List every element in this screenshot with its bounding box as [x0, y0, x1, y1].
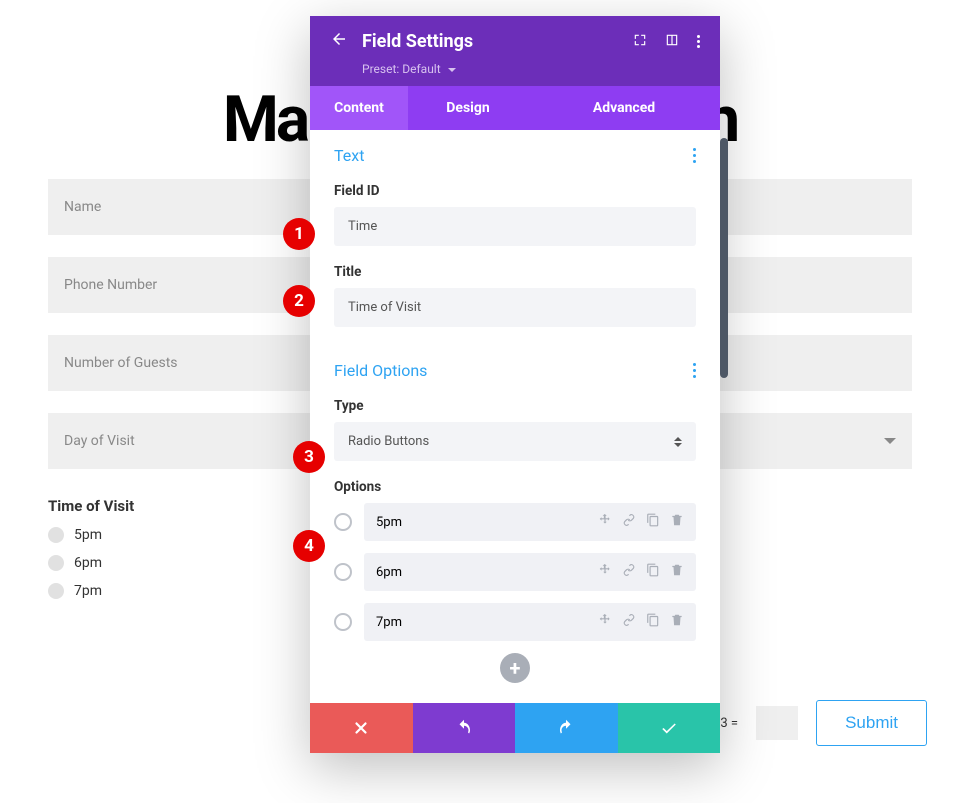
- title-label: Title: [334, 264, 696, 280]
- save-button[interactable]: [618, 703, 721, 753]
- option-row: 6pm: [334, 553, 696, 591]
- section-menu-icon[interactable]: [693, 148, 696, 163]
- preset-dropdown[interactable]: Preset: Default: [362, 62, 700, 76]
- chevron-down-icon: [884, 438, 896, 444]
- option-value: 5pm: [376, 515, 402, 530]
- link-icon[interactable]: [622, 513, 636, 531]
- radio-icon[interactable]: [334, 513, 352, 531]
- add-option-button[interactable]: +: [500, 653, 530, 683]
- preset-label: Preset: Default: [362, 62, 441, 76]
- trash-icon[interactable]: [670, 513, 684, 531]
- redo-button[interactable]: [515, 703, 618, 753]
- move-icon[interactable]: [598, 513, 612, 531]
- visit-option-label: 5pm: [74, 527, 102, 543]
- move-icon[interactable]: [598, 613, 612, 631]
- option-input[interactable]: 5pm: [364, 503, 696, 541]
- kebab-menu-icon[interactable]: [697, 35, 700, 48]
- link-icon[interactable]: [622, 563, 636, 581]
- duplicate-icon[interactable]: [646, 513, 660, 531]
- visit-option-label: 7pm: [74, 583, 102, 599]
- title-input[interactable]: Time of Visit: [334, 288, 696, 327]
- expand-icon[interactable]: [633, 32, 647, 51]
- option-row: 7pm: [334, 603, 696, 641]
- modal-title: Field Settings: [362, 31, 473, 52]
- callout-badge-1: 1: [283, 218, 315, 250]
- day-select-label: Day of Visit: [64, 433, 135, 449]
- trash-icon[interactable]: [670, 613, 684, 631]
- callout-badge-2: 2: [283, 285, 315, 317]
- duplicate-icon[interactable]: [646, 563, 660, 581]
- submit-button[interactable]: Submit: [816, 700, 927, 746]
- field-settings-modal: Field Settings Preset: Default Content D…: [310, 16, 720, 753]
- dock-icon[interactable]: [665, 32, 679, 51]
- chevron-down-icon: [448, 68, 456, 72]
- trash-icon[interactable]: [670, 563, 684, 581]
- undo-button[interactable]: [413, 703, 516, 753]
- duplicate-icon[interactable]: [646, 613, 660, 631]
- callout-badge-3: 3: [293, 441, 325, 473]
- radio-icon[interactable]: [334, 563, 352, 581]
- callout-badge-4: 4: [293, 530, 325, 562]
- option-value: 6pm: [376, 565, 402, 580]
- tab-design[interactable]: Design: [408, 86, 528, 130]
- type-label: Type: [334, 398, 696, 414]
- options-label: Options: [334, 479, 696, 495]
- option-input[interactable]: 7pm: [364, 603, 696, 641]
- type-select[interactable]: Radio Buttons: [334, 422, 696, 461]
- field-id-input[interactable]: Time: [334, 207, 696, 246]
- scrollbar[interactable]: [720, 138, 728, 378]
- select-arrows-icon: [674, 437, 682, 447]
- tab-advanced[interactable]: Advanced: [528, 86, 720, 130]
- field-options-section-title[interactable]: Field Options: [334, 361, 427, 380]
- tab-content[interactable]: Content: [310, 86, 408, 130]
- option-input[interactable]: 6pm: [364, 553, 696, 591]
- cancel-button[interactable]: [310, 703, 413, 753]
- radio-icon: [48, 583, 64, 599]
- radio-icon: [48, 527, 64, 543]
- option-value: 7pm: [376, 615, 402, 630]
- captcha-input[interactable]: [756, 706, 798, 740]
- section-menu-icon[interactable]: [693, 363, 696, 378]
- back-icon[interactable]: [330, 30, 348, 52]
- field-id-label: Field ID: [334, 183, 696, 199]
- visit-option-label: 6pm: [74, 555, 102, 571]
- option-row: 5pm: [334, 503, 696, 541]
- move-icon[interactable]: [598, 563, 612, 581]
- radio-icon: [48, 555, 64, 571]
- radio-icon[interactable]: [334, 613, 352, 631]
- type-select-value: Radio Buttons: [348, 434, 429, 449]
- link-icon[interactable]: [622, 613, 636, 631]
- text-section-title[interactable]: Text: [334, 146, 364, 165]
